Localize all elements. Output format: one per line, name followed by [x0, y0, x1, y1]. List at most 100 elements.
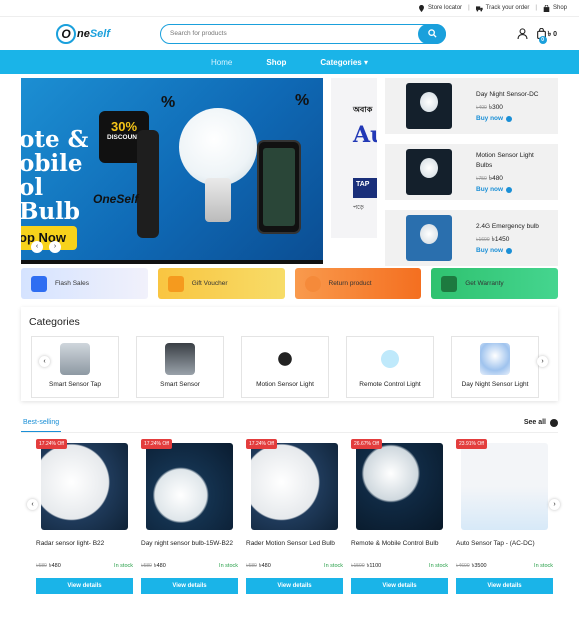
hero-banner[interactable]: ote & obile ol Bulb 30% DISCOUNT % % One… [21, 78, 323, 264]
featured-product-card[interactable]: 2.4G Emergency bulb ৳1600 ৳1450 Buy now [385, 210, 558, 266]
category-card[interactable]: Remote Control Light [346, 336, 434, 398]
day-night-bulb-icon [480, 343, 510, 375]
nav-categories[interactable]: Categories ▾ [320, 58, 368, 67]
feature-label: Flash Sales [55, 280, 89, 287]
best-selling-prev-arrow[interactable]: ‹ [27, 499, 38, 510]
product-grid: 17.24% Off Radar sensor light- B22 ৳580 ৳… [21, 433, 558, 594]
product-card[interactable]: 17.24% Off Rader Motion Sensor Led Bulb … [246, 439, 343, 594]
category-label: Remote Control Light [359, 381, 421, 388]
product-price: ৳1600 ৳1450 [476, 236, 510, 243]
secondary-banner-tag: TAP [353, 178, 377, 198]
secondary-banner-headline: Au [353, 122, 377, 148]
track-order-label: Track your order [485, 5, 530, 11]
gift-voucher-card[interactable]: Gift Voucher [157, 268, 285, 299]
banner-headline: ote & obile ol Bulb [21, 126, 89, 225]
stock-status: In stock [324, 563, 343, 569]
banner-prev-arrow[interactable]: ‹ [31, 241, 43, 253]
secondary-banner[interactable]: অবাক Au TAP পড়ে [331, 78, 377, 238]
product-card[interactable]: 17.24% Off Radar sensor light- B22 ৳580 ৳… [36, 439, 133, 594]
category-card[interactable]: Smart Sensor [136, 336, 224, 398]
view-details-button[interactable]: View details [141, 578, 238, 594]
best-selling-tab[interactable]: Best-selling [21, 419, 62, 432]
phone-image [257, 140, 301, 234]
search-input[interactable] [161, 24, 418, 43]
track-order-link[interactable]: Track your order [475, 5, 530, 12]
product-image [251, 443, 338, 530]
nav-shop[interactable]: Shop [266, 58, 286, 67]
product-thumbnail [406, 149, 452, 195]
search-button[interactable] [418, 23, 446, 44]
product-card[interactable]: 26.67% Off Remote & Mobile Control Bulb … [351, 439, 448, 594]
discount-badge: 17.24% Off [141, 439, 172, 449]
categories-prev-arrow[interactable]: ‹ [39, 356, 50, 367]
logo[interactable]: O neSelf [56, 23, 160, 44]
banner-next-arrow[interactable]: › [49, 241, 61, 253]
arrow-circle-icon [506, 247, 513, 254]
return-icon [304, 275, 321, 292]
nav-home[interactable]: Home [211, 58, 232, 67]
stock-status: In stock [219, 563, 238, 569]
truck-icon [475, 5, 483, 11]
stock-status: In stock [429, 563, 448, 569]
best-selling-next-arrow[interactable]: › [549, 499, 560, 510]
secondary-banner-text: অবাক [353, 105, 373, 114]
gift-icon [167, 275, 184, 292]
store-locator-link[interactable]: Store locator [418, 4, 463, 12]
bulb-base-image [205, 178, 231, 222]
view-details-button[interactable]: View details [36, 578, 133, 594]
logo-text: neSelf [77, 27, 111, 40]
category-card[interactable]: Day Night Sensor Light [451, 336, 539, 398]
categories-title: Categories [29, 316, 80, 328]
see-all-link[interactable]: See all [524, 418, 558, 427]
buy-now-link[interactable]: Buy now [476, 247, 544, 254]
arrow-circle-icon [550, 418, 558, 427]
discount-badge: 17.24% Off [246, 439, 277, 449]
view-details-button[interactable]: View details [456, 578, 553, 594]
shopping-bags-icon [31, 275, 47, 292]
discount-badge: 26.67% Off [351, 439, 382, 449]
category-label: Day Night Sensor Light [461, 381, 529, 388]
shop-label: Shop [552, 5, 567, 11]
product-image [146, 443, 233, 530]
product-price-row: ৳4600 ৳3500 In stock [456, 563, 553, 569]
product-name: Rader Motion Sensor Led Bulb [246, 540, 335, 547]
cart-total: ৳ 0 [547, 30, 557, 38]
product-name: Motion Sensor Light Bulbs [476, 152, 534, 169]
category-label: Smart Sensor [160, 381, 200, 388]
product-image [356, 443, 443, 530]
shop-link[interactable]: Shop [543, 4, 567, 12]
feature-label: Gift Voucher [191, 280, 228, 287]
cart-button[interactable]: 0 ৳ 0 [536, 28, 557, 44]
product-card[interactable]: 17.24% Off Day night sensor bulb-15W-B22… [141, 439, 238, 594]
categories-next-arrow[interactable]: › [537, 356, 548, 367]
featured-product-card[interactable]: Day Night Sensor-DC ৳400 ৳300 Buy now [385, 78, 558, 134]
featured-product-card[interactable]: Motion Sensor Light Bulbs ৳750 ৳480 Buy n… [385, 144, 558, 200]
product-name: Day night sensor bulb-15W-B22 [141, 540, 234, 547]
arrow-circle-icon [506, 115, 513, 122]
view-details-button[interactable]: View details [351, 578, 448, 594]
bulb-image [179, 108, 257, 186]
shield-check-icon [441, 275, 458, 292]
stock-status: In stock [534, 563, 553, 569]
buy-now-link[interactable]: Buy now [476, 186, 544, 193]
view-details-button[interactable]: View details [246, 578, 343, 594]
remote-image [137, 130, 159, 238]
product-name: Radar sensor light- B22 [36, 540, 105, 547]
category-card[interactable]: Motion Sensor Light [241, 336, 329, 398]
buy-now-link[interactable]: Buy now [476, 115, 544, 122]
arrow-circle-icon [506, 186, 513, 193]
product-image [41, 443, 128, 530]
feature-label: Get Warranty [465, 280, 504, 287]
store-locator-label: Store locator [428, 5, 463, 11]
category-card[interactable]: Smart Sensor Tap [31, 336, 119, 398]
user-icon[interactable] [517, 28, 528, 39]
product-name: Auto Sensor Tap - (AC-DC) [456, 540, 535, 547]
product-card[interactable]: 23.91% Off Auto Sensor Tap - (AC-DC) ৳46… [456, 439, 553, 594]
product-price-row: ৳580 ৳480 In stock [36, 563, 133, 569]
product-price-row: ৳580 ৳480 In stock [141, 563, 238, 569]
flash-sales-card[interactable]: Flash Sales [21, 268, 148, 299]
logo-mark: O [56, 23, 76, 44]
product-name: 2.4G Emergency bulb [476, 223, 539, 230]
banner-brand: OneSelf [93, 192, 139, 206]
hero-section: ote & obile ol Bulb 30% DISCOUNT % % One… [0, 78, 579, 270]
